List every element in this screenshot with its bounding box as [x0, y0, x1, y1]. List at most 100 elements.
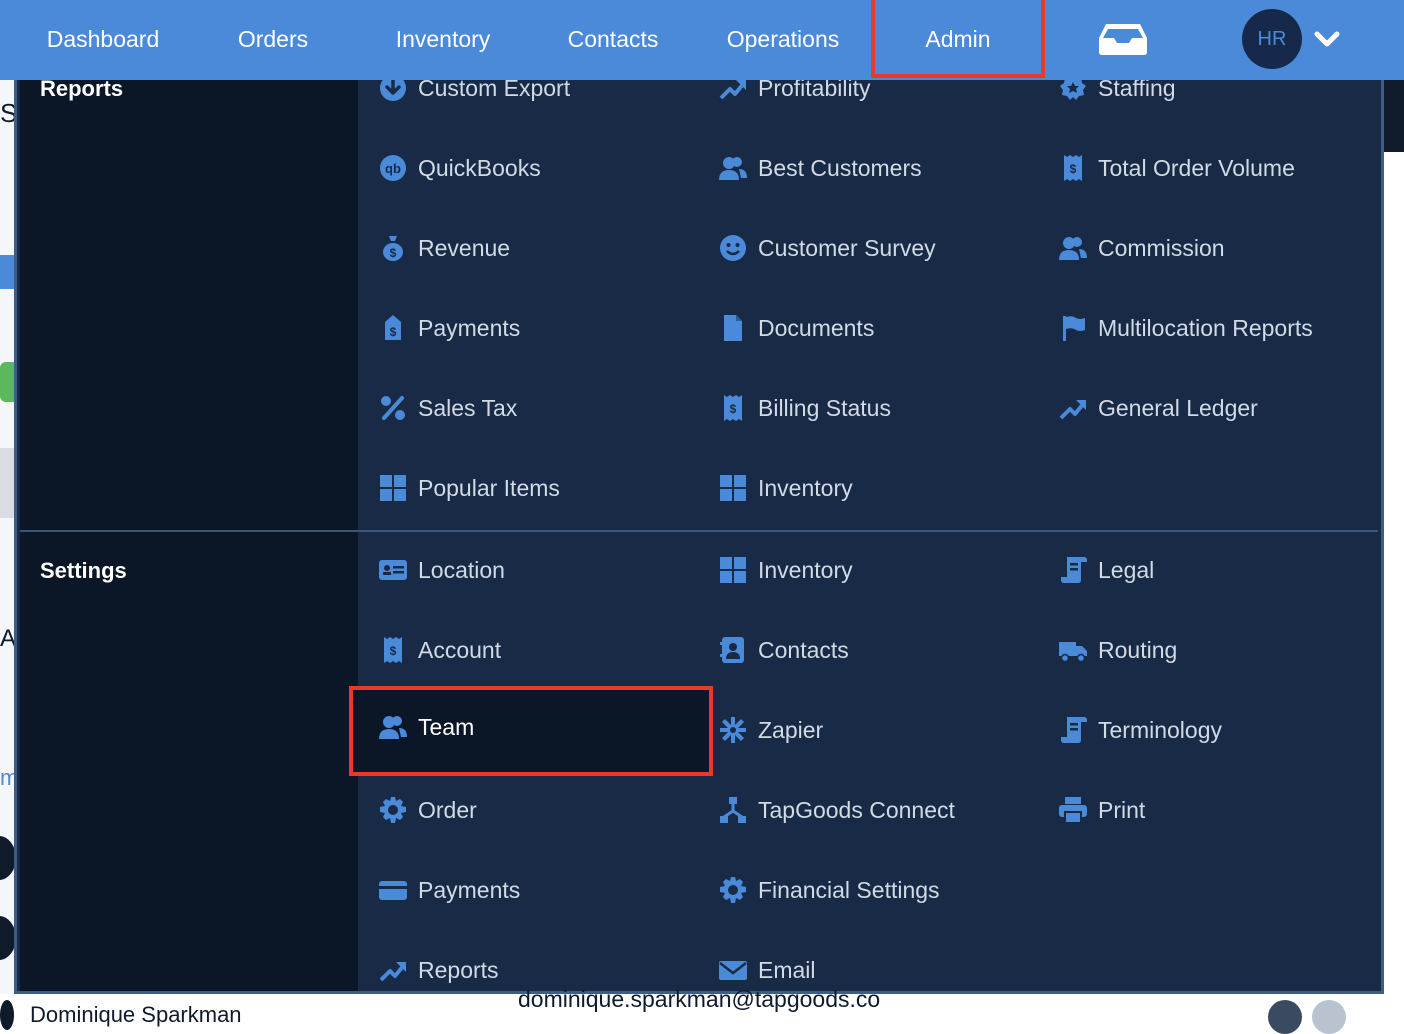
receipt-icon: $ [1058, 153, 1088, 183]
envelope-icon [718, 955, 748, 985]
admin-dropdown-menu: Reports Settings Custom Export qb QuickB… [14, 80, 1384, 994]
menu-item-reports-settings[interactable]: Reports [378, 948, 499, 991]
menu-item-team[interactable]: Team [378, 705, 474, 749]
grid-icon [718, 555, 748, 585]
menu-item-terminology[interactable]: Terminology [1058, 708, 1222, 752]
menu-item-total-order-volume[interactable]: $ Total Order Volume [1058, 146, 1295, 190]
quickbooks-icon: qb [378, 153, 408, 183]
background-header-fragment [1384, 80, 1404, 152]
menu-item-label: Inventory [758, 474, 853, 501]
nav-contacts[interactable]: Contacts [552, 0, 674, 80]
menu-item-label: Print [1098, 796, 1146, 823]
menu-item-label: Terminology [1098, 716, 1222, 743]
svg-text:$: $ [390, 325, 397, 339]
chevron-down-icon[interactable] [1314, 28, 1340, 50]
nav-orders[interactable]: Orders [220, 0, 326, 80]
contact-email: dominique.sparkman@tapgoods.co [518, 986, 881, 1012]
menu-item-label: Total Order Volume [1098, 154, 1295, 181]
background-avatar [0, 1000, 14, 1030]
team-highlight: Team [349, 686, 713, 776]
menu-item-label: Commission [1098, 234, 1225, 261]
receipt-icon: $ [378, 635, 408, 665]
menu-item-tapgoods-connect[interactable]: TapGoods Connect [718, 788, 955, 832]
menu-item-profitability[interactable]: Profitability [718, 80, 870, 110]
menu-item-custom-export[interactable]: Custom Export [378, 80, 570, 110]
trend-up-icon [378, 955, 408, 985]
contact-name: Dominique Sparkman [30, 1002, 242, 1027]
menu-item-routing[interactable]: Routing [1058, 628, 1177, 672]
menu-item-zapier[interactable]: Zapier [718, 708, 823, 752]
action-button[interactable] [1268, 1000, 1302, 1034]
menu-item-label: Account [418, 636, 502, 663]
menu-item-label: Popular Items [418, 474, 560, 501]
top-navigation: Dashboard Orders Inventory Contacts Oper… [0, 0, 1404, 80]
menu-item-label: Revenue [418, 234, 511, 261]
menu-item-documents[interactable]: Documents [718, 306, 874, 350]
grid-icon [718, 473, 748, 503]
menu-item-inventory-settings[interactable]: Inventory [718, 548, 853, 592]
gear-icon [718, 875, 748, 905]
nav-operations[interactable]: Operations [714, 0, 852, 80]
nav-dashboard[interactable]: Dashboard [30, 0, 176, 80]
background-title-fragment [0, 255, 14, 289]
menu-item-print[interactable]: Print [1058, 788, 1145, 832]
nav-inventory[interactable]: Inventory [380, 0, 506, 80]
menu-item-financial-settings[interactable]: Financial Settings [718, 868, 940, 912]
background-text-fragment: Se [0, 98, 14, 128]
menu-item-label: Zapier [758, 716, 824, 743]
menu-item-label: Location [418, 556, 505, 583]
avatar[interactable]: HR [1242, 9, 1302, 69]
users-icon [1058, 233, 1088, 263]
menu-item-billing-status[interactable]: $ Billing Status [718, 386, 891, 430]
menu-item-payments-settings[interactable]: Payments [378, 868, 520, 912]
menu-item-label: Billing Status [758, 394, 891, 421]
menu-item-payments-report[interactable]: $ Payments [378, 306, 520, 350]
menu-item-label: Best Customers [758, 154, 922, 181]
id-card-icon [378, 555, 408, 585]
network-icon [718, 795, 748, 825]
percent-icon [378, 393, 408, 423]
flag-icon [1058, 313, 1088, 343]
receipt-icon: $ [718, 393, 748, 423]
svg-text:$: $ [390, 246, 397, 260]
printer-icon [1058, 795, 1088, 825]
scroll-icon [1058, 555, 1088, 585]
menu-item-order[interactable]: Order [378, 788, 477, 832]
menu-item-legal[interactable]: Legal [1058, 548, 1154, 592]
section-title-settings: Settings [40, 558, 127, 583]
menu-item-label: Payments [418, 314, 521, 341]
menu-item-contacts-settings[interactable]: Contacts [718, 628, 849, 672]
menu-item-general-ledger[interactable]: General Ledger [1058, 386, 1258, 430]
menu-item-customer-survey[interactable]: Customer Survey [718, 226, 936, 270]
menu-item-staffing[interactable]: Staffing [1058, 80, 1176, 110]
menu-item-label: Email [758, 956, 816, 983]
menu-item-label: Team [418, 713, 475, 740]
menu-item-label: Documents [758, 314, 875, 341]
menu-item-sales-tax[interactable]: Sales Tax [378, 386, 517, 430]
menu-item-label: Profitability [758, 80, 871, 101]
truck-icon [1058, 635, 1088, 665]
menu-item-popular-items[interactable]: Popular Items [378, 466, 560, 510]
svg-text:$: $ [390, 644, 397, 658]
menu-item-best-customers[interactable]: Best Customers [718, 146, 922, 190]
menu-item-label: Staffing [1098, 80, 1176, 101]
background-add-button[interactable] [0, 362, 14, 402]
action-button[interactable] [1312, 1000, 1346, 1034]
inbox-icon[interactable] [1098, 22, 1148, 56]
menu-item-account[interactable]: $ Account [378, 628, 501, 672]
menu-item-label: Order [418, 796, 477, 823]
menu-item-revenue[interactable]: $ Revenue [378, 226, 510, 270]
menu-item-commission[interactable]: Commission [1058, 226, 1225, 270]
menu-item-inventory-report[interactable]: Inventory [718, 466, 853, 510]
price-tag-icon: $ [378, 313, 408, 343]
menu-item-multilocation-reports[interactable]: Multilocation Reports [1058, 306, 1313, 350]
menu-item-location[interactable]: Location [378, 548, 505, 592]
menu-item-label: QuickBooks [418, 154, 541, 181]
menu-item-label: Routing [1098, 636, 1178, 663]
menu-item-label: Contacts [758, 636, 849, 663]
download-circle-icon [378, 80, 408, 103]
nav-admin[interactable]: Admin [871, 0, 1045, 78]
menu-item-quickbooks[interactable]: qb QuickBooks [378, 146, 541, 190]
section-sidebar [20, 80, 358, 991]
trend-up-icon [718, 80, 748, 103]
